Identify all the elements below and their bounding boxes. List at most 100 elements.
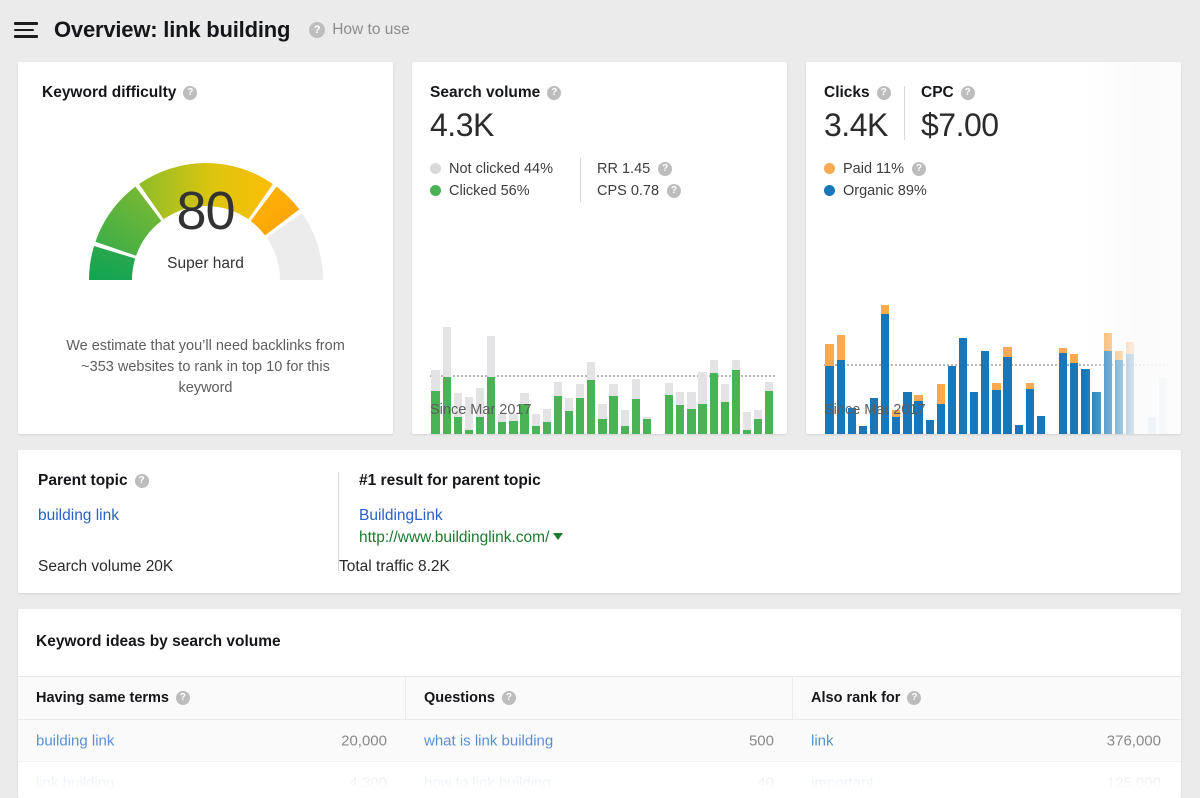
chart-bar[interactable] (1102, 294, 1113, 434)
how-to-use-link[interactable]: ? How to use (309, 21, 410, 39)
legend-label: Not clicked 44% (449, 160, 553, 177)
keyword-difficulty-title: Keyword difficulty (42, 84, 177, 101)
chart-bar[interactable] (675, 325, 686, 434)
help-circle-icon[interactable]: ? (907, 691, 922, 705)
help-circle-icon[interactable]: ? (547, 86, 562, 100)
chart-bar[interactable] (730, 325, 741, 434)
chart-bar[interactable] (1024, 294, 1035, 434)
cpc-metric: CPC ? $7.00 (905, 84, 999, 144)
chart-bar[interactable] (552, 325, 563, 434)
chart-bar[interactable] (1147, 294, 1158, 434)
legend-dot-clicked (430, 185, 441, 197)
help-circle-icon[interactable]: ? (912, 161, 926, 176)
chart-bar-segment-not_clicked (687, 392, 696, 409)
legend-dot-paid (824, 163, 835, 175)
table-row[interactable]: link building 4,300 how to link building… (18, 762, 1181, 798)
chart-bar[interactable] (980, 294, 991, 434)
top-result-url[interactable]: http://www.buildinglink.com/ (359, 529, 549, 547)
column-header-also-rank-for[interactable]: Also rank for ? (792, 677, 1179, 719)
hamburger-menu-icon[interactable] (14, 20, 40, 40)
chart-bar-segment-organic (925, 420, 934, 434)
chart-bar[interactable] (1124, 294, 1135, 434)
chart-bar[interactable] (1091, 294, 1102, 434)
chart-bar[interactable] (630, 325, 641, 434)
chart-bar[interactable] (564, 325, 575, 434)
chart-bar[interactable] (1013, 294, 1024, 434)
chart-bar[interactable] (991, 294, 1002, 434)
help-circle-icon[interactable]: ? (960, 86, 975, 100)
top-result-name-link[interactable]: BuildingLink (359, 507, 443, 525)
help-circle-icon[interactable]: ? (501, 691, 516, 705)
chart-bar[interactable] (969, 294, 980, 434)
chart-bar[interactable] (1047, 294, 1058, 434)
help-circle-icon[interactable]: ? (134, 474, 149, 488)
chart-bar[interactable] (958, 294, 969, 434)
chart-bar-segment-organic (836, 360, 845, 434)
clicks-since: Since Mar 2017 (824, 402, 926, 418)
chart-bar[interactable] (597, 325, 608, 434)
chart-bar-segment-paid (825, 343, 834, 366)
chart-bar[interactable] (619, 325, 630, 434)
chart-bar-segment-paid (1125, 342, 1135, 354)
chart-bar[interactable] (753, 325, 764, 434)
chart-bar[interactable] (719, 325, 730, 434)
keyword-link[interactable]: what is link building (424, 732, 553, 749)
parent-topic-title: Parent topic (38, 472, 128, 489)
chart-bar[interactable] (1002, 294, 1013, 434)
chart-bar-segment-not_clicked (564, 398, 574, 412)
chart-bar[interactable] (1069, 294, 1080, 434)
chart-bar[interactable] (1080, 294, 1091, 434)
chart-bar[interactable] (1113, 294, 1124, 434)
keyword-link[interactable]: link building (36, 774, 114, 791)
chart-bar-segment-organic (1092, 391, 1101, 434)
chart-bar[interactable] (641, 325, 652, 434)
chart-bar-segment-clicked (620, 426, 629, 434)
chart-bar-segment-not_clicked (487, 335, 496, 377)
chart-bar[interactable] (586, 325, 597, 434)
parent-topic-keyword-link[interactable]: building link (38, 507, 119, 525)
help-circle-icon[interactable]: ? (175, 691, 190, 705)
help-circle-icon[interactable]: ? (876, 86, 891, 100)
caret-down-icon[interactable] (553, 533, 564, 540)
chart-bar-segment-organic (1125, 354, 1135, 434)
chart-bar-segment-clicked (698, 404, 707, 434)
keyword-link[interactable]: how to link building (424, 774, 551, 791)
chart-bar[interactable] (764, 325, 775, 434)
chart-bar[interactable] (608, 325, 619, 434)
chart-bar[interactable] (946, 294, 957, 434)
keyword-link[interactable]: important (811, 774, 874, 791)
chart-bar-segment-organic (958, 337, 968, 434)
chart-bar[interactable] (686, 325, 697, 434)
help-circle-icon[interactable]: ? (183, 86, 198, 100)
chart-bar-segment-organic (825, 366, 834, 434)
keyword-ideas-table: Having same terms ? Questions ? Also ran… (18, 676, 1181, 798)
chart-bar[interactable] (1058, 294, 1069, 434)
chart-bar[interactable] (575, 325, 586, 434)
chart-bar[interactable] (653, 325, 664, 434)
chart-bar[interactable] (1136, 294, 1147, 434)
chart-bar[interactable] (935, 294, 946, 434)
help-circle-icon[interactable]: ? (658, 161, 673, 176)
chart-bar[interactable] (664, 325, 675, 434)
chart-bar[interactable] (1158, 294, 1169, 434)
keyword-link[interactable]: link (811, 732, 834, 749)
chart-bar[interactable] (530, 325, 541, 434)
chart-bar[interactable] (742, 325, 753, 434)
column-header-questions[interactable]: Questions ? (405, 677, 792, 719)
keyword-volume: 40 (757, 774, 774, 791)
chart-bar[interactable] (697, 325, 708, 434)
column-header-having-same-terms[interactable]: Having same terms ? (18, 677, 405, 719)
chart-bar[interactable] (708, 325, 719, 434)
chart-bar-segment-not_clicked (620, 409, 629, 427)
page-header: Overview: link building ? How to use (0, 0, 1200, 60)
chart-bar[interactable] (1035, 294, 1046, 434)
table-row[interactable]: building link 20,000 what is link buildi… (18, 720, 1181, 762)
help-circle-icon[interactable]: ? (309, 22, 326, 38)
help-circle-icon[interactable]: ? (667, 183, 682, 198)
chart-bar[interactable] (541, 325, 552, 434)
chart-bar-segment-clicked (509, 420, 518, 434)
legend-dot-organic (824, 185, 835, 197)
keyword-link[interactable]: building link (36, 732, 114, 749)
chart-bar[interactable] (924, 294, 935, 434)
chart-bar-segment-not_clicked (731, 360, 741, 370)
